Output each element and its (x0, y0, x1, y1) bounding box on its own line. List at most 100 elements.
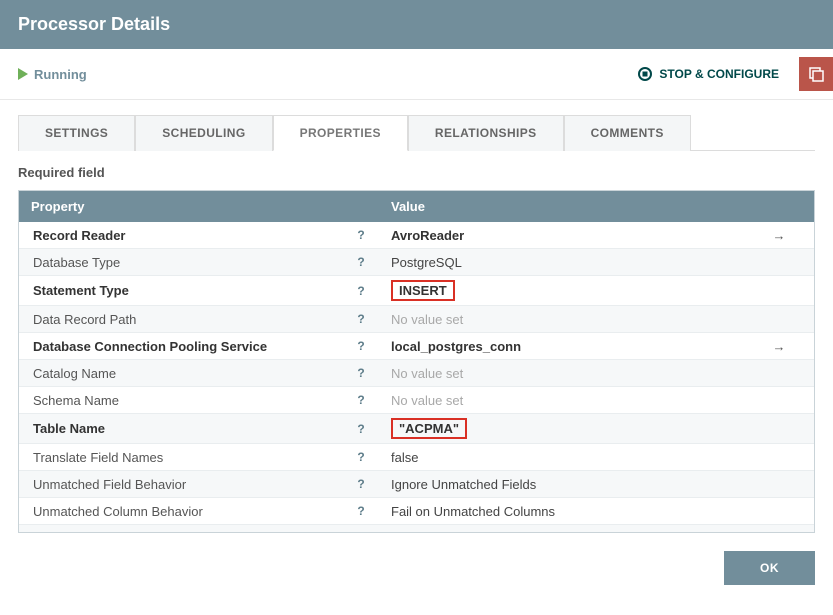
table-row[interactable]: Data Record Path No value set (19, 306, 814, 333)
help-icon[interactable] (353, 392, 369, 408)
table-row[interactable]: Translate Field Names false (19, 444, 814, 471)
goto-cell: → (744, 335, 814, 358)
property-value[interactable]: No value set (379, 389, 744, 412)
property-name-text: Table Name (33, 421, 105, 436)
col-value: Value (379, 191, 814, 222)
property-name: Quote Column Identifiers (19, 526, 379, 532)
tab-properties[interactable]: PROPERTIES (273, 115, 408, 151)
property-name: Database Type (19, 250, 379, 274)
help-icon[interactable] (353, 338, 369, 354)
property-value[interactable]: Ignore Unmatched Fields (379, 473, 744, 496)
property-value[interactable]: No value set (379, 308, 744, 331)
property-name: Schema Name (19, 388, 379, 412)
tab-relationships[interactable]: RELATIONSHIPS (408, 115, 564, 151)
goto-cell (744, 287, 814, 295)
dialog-header: Processor Details (0, 0, 833, 49)
help-icon[interactable] (353, 503, 369, 519)
tab-settings[interactable]: SETTINGS (18, 115, 135, 151)
goto-cell (744, 480, 814, 488)
property-value[interactable]: local_postgres_conn (379, 335, 744, 358)
property-name: Unmatched Field Behavior (19, 472, 379, 496)
help-icon[interactable] (353, 283, 369, 299)
table-row[interactable]: Table Name "ACPMA" (19, 414, 814, 444)
help-icon[interactable] (353, 421, 369, 437)
property-name: Catalog Name (19, 361, 379, 385)
property-name-text: Translate Field Names (33, 450, 163, 465)
property-name-text: Data Record Path (33, 312, 136, 327)
help-icon[interactable] (353, 311, 369, 327)
help-icon[interactable] (353, 365, 369, 381)
property-name-text: Catalog Name (33, 366, 116, 381)
goto-arrow-icon[interactable]: → (773, 339, 786, 354)
table-row[interactable]: Statement Type INSERT (19, 276, 814, 306)
goto-cell (744, 315, 814, 323)
property-name-text: Database Connection Pooling Service (33, 339, 267, 354)
tab-comments[interactable]: COMMENTS (564, 115, 691, 151)
property-value[interactable]: Fail on Unmatched Columns (379, 500, 744, 523)
table-row[interactable]: Unmatched Field Behavior Ignore Unmatched… (19, 471, 814, 498)
property-name-text: Schema Name (33, 393, 119, 408)
help-icon[interactable] (353, 449, 369, 465)
help-icon[interactable] (353, 530, 369, 532)
run-status-label: Running (34, 67, 87, 82)
required-field-label: Required field (0, 151, 833, 190)
property-name: Unmatched Column Behavior (19, 499, 379, 523)
help-icon[interactable] (353, 227, 369, 243)
table-row[interactable]: Quote Column Identifiers false (19, 525, 814, 532)
table-row[interactable]: Unmatched Column Behavior Fail on Unmatch… (19, 498, 814, 525)
goto-cell (744, 507, 814, 515)
stop-configure-button[interactable]: STOP & CONFIGURE (637, 66, 789, 82)
col-property: Property (19, 191, 379, 222)
goto-arrow-icon[interactable]: → (773, 228, 786, 243)
properties-table: Property Value Record ReaderAvroReader→D… (18, 190, 815, 533)
highlighted-value: "ACPMA" (391, 418, 467, 439)
property-value[interactable]: "ACPMA" (379, 414, 744, 443)
goto-cell (744, 369, 814, 377)
property-name: Statement Type (19, 279, 379, 303)
property-name-text: Unmatched Column Behavior (33, 504, 203, 519)
goto-cell (744, 453, 814, 461)
property-name-text: Database Type (33, 255, 120, 270)
highlighted-value: INSERT (391, 280, 455, 301)
table-body[interactable]: Record Reader AvroReader → Database Type Pos… (19, 222, 814, 532)
dialog-footer: OK (0, 533, 833, 603)
property-name: Translate Field Names (19, 445, 379, 469)
popout-button[interactable] (799, 57, 833, 91)
property-value[interactable]: PostgreSQL (379, 251, 744, 274)
property-value[interactable]: false (379, 446, 744, 469)
property-value[interactable]: false (379, 527, 744, 533)
tab-bar: SETTINGSSCHEDULINGPROPERTIESRELATIONSHIP… (0, 100, 833, 150)
property-name: Database Connection Pooling Service (19, 334, 379, 358)
header-actions: STOP & CONFIGURE (637, 57, 833, 91)
goto-cell: → (744, 224, 814, 247)
ok-button[interactable]: OK (724, 551, 815, 585)
property-name-text: Unmatched Field Behavior (33, 477, 186, 492)
play-icon (18, 68, 28, 80)
table-row[interactable]: Record Reader AvroReader → (19, 222, 814, 249)
property-name-text: Quote Column Identifiers (33, 531, 177, 533)
property-name-text: Statement Type (33, 283, 129, 298)
table-header: Property Value (19, 191, 814, 222)
property-value[interactable]: AvroReader (379, 224, 744, 247)
help-icon[interactable] (353, 476, 369, 492)
stop-configure-label: STOP & CONFIGURE (659, 67, 779, 81)
dialog-title: Processor Details (18, 14, 815, 35)
table-row[interactable]: Catalog Name No value set (19, 360, 814, 387)
property-value[interactable]: INSERT (379, 276, 744, 305)
table-row[interactable]: Schema Name No value set (19, 387, 814, 414)
table-row[interactable]: Database Connection Pooling Service local… (19, 333, 814, 360)
gear-stop-icon (637, 66, 653, 82)
popout-icon (808, 66, 824, 82)
status-bar: Running STOP & CONFIGURE (0, 49, 833, 100)
property-name-text: Record Reader (33, 228, 125, 243)
run-status: Running (18, 67, 87, 82)
property-value[interactable]: No value set (379, 362, 744, 385)
help-icon[interactable] (353, 254, 369, 270)
tab-scheduling[interactable]: SCHEDULING (135, 115, 272, 151)
goto-cell (744, 258, 814, 266)
table-row[interactable]: Database Type PostgreSQL (19, 249, 814, 276)
property-name: Data Record Path (19, 307, 379, 331)
goto-cell (744, 396, 814, 404)
property-name: Record Reader (19, 223, 379, 247)
processor-details-dialog: Processor Details Running STOP & CONFIGU… (0, 0, 833, 603)
